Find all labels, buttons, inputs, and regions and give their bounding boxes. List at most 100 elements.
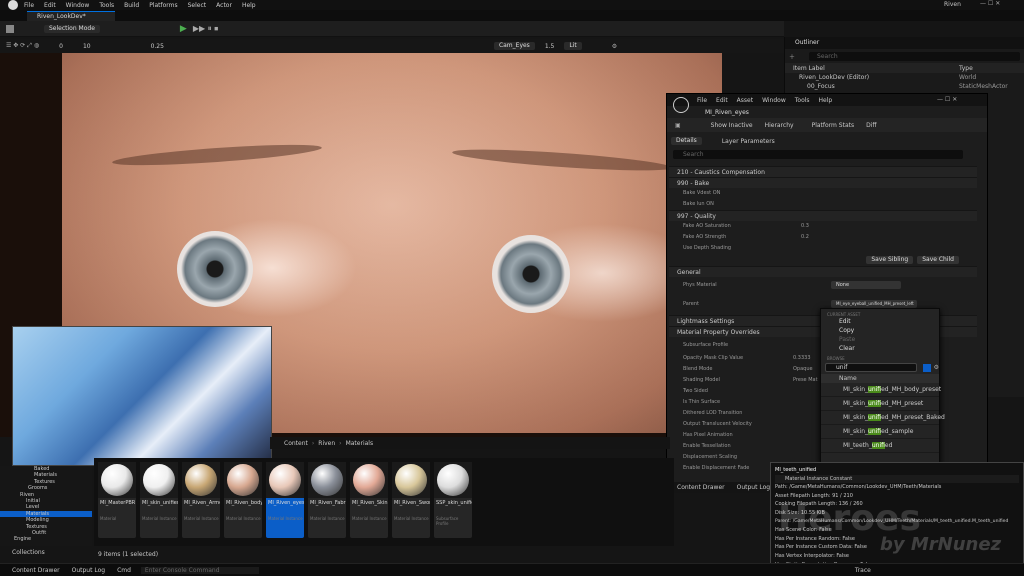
console-input[interactable]: Enter Console Command <box>140 566 259 574</box>
camera-selector[interactable]: Cam_Eyes <box>493 42 535 50</box>
menu-tools[interactable]: Tools <box>99 2 114 9</box>
show-inactive-button[interactable]: Show Inactive <box>711 122 753 129</box>
asset-name: MI_Riven_body <box>226 500 262 506</box>
save-icon[interactable]: ▣ <box>675 122 681 129</box>
menu-edit[interactable]: Edit <box>716 97 728 104</box>
content-drawer-button[interactable]: Content Drawer <box>677 484 725 491</box>
col-name[interactable]: Name <box>821 374 939 383</box>
phys-material-dropdown[interactable]: None <box>831 281 901 289</box>
camera-speed[interactable]: 1.5 <box>545 43 555 50</box>
outliner-search[interactable]: Search <box>809 51 1020 61</box>
menu-actor[interactable]: Actor <box>216 2 232 9</box>
asset-type: Material Instance <box>352 516 387 521</box>
asset-tile[interactable]: MI_Riven_Sword Material Instance <box>392 462 430 538</box>
menu-help[interactable]: Help <box>819 97 833 104</box>
tooltip-line: Path: /Game/MetaHumans/Common/Lookdev_UH… <box>775 484 942 491</box>
asset-tile[interactable]: MI_MasterPBR Material <box>98 462 136 538</box>
level-tab[interactable]: Riven_LookDev* <box>27 11 115 21</box>
asset-result[interactable]: MI_teeth_unified <box>821 439 939 453</box>
menu-copy[interactable]: Copy <box>821 326 939 335</box>
category-caustics[interactable]: 210 - Caustics Compensation <box>669 166 977 177</box>
window-controls[interactable]: — ☐ ✕ <box>980 0 1000 7</box>
parent-dropdown[interactable]: MI_eye_eyeball_unified_MH_preset_left <box>831 300 917 308</box>
breadcrumb-materials[interactable]: Materials <box>346 440 374 447</box>
selection-mode-button[interactable]: Selection Mode <box>44 24 100 33</box>
breadcrumb-riven[interactable]: Riven <box>318 440 335 447</box>
collections-header[interactable]: Collections <box>12 549 45 556</box>
menu-file[interactable]: File <box>697 97 707 104</box>
asset-tile[interactable]: MI_Riven_Fabric Material Instance <box>308 462 346 538</box>
menu-window[interactable]: Window <box>66 2 90 9</box>
unreal-logo-icon[interactable] <box>8 0 18 10</box>
content-drawer-button[interactable]: Content Drawer <box>12 567 60 574</box>
grid-snap-value[interactable]: 0 <box>59 43 63 50</box>
lit-mode-button[interactable]: Lit <box>564 42 582 50</box>
asset-tile[interactable]: MI_Riven_Armor Material Instance <box>182 462 220 538</box>
parent-picker-menu: CURRENT ASSET Edit Copy Paste Clear BROW… <box>820 308 945 464</box>
menu-asset[interactable]: Asset <box>737 97 753 104</box>
asset-tile[interactable]: SSP_skin_unified_mod Subsurface Profile <box>434 462 472 538</box>
menu-window[interactable]: Window <box>762 97 786 104</box>
asset-result[interactable]: MI_skin_unified_sample <box>821 425 939 439</box>
prop-row: Use Depth Shading <box>683 245 732 251</box>
output-log-button[interactable]: Output Log <box>737 484 770 491</box>
details-search-input[interactable]: Search <box>673 150 963 159</box>
save-icon[interactable] <box>6 24 14 33</box>
menu-platforms[interactable]: Platforms <box>149 2 177 9</box>
outliner-row[interactable]: Riven_LookDev (Editor) World <box>785 73 1024 82</box>
asset-result[interactable]: MI_skin_unified_MH_body_preset <box>821 383 941 397</box>
play-icon[interactable]: ▶ <box>180 24 187 34</box>
category-general[interactable]: General <box>669 266 977 277</box>
play-options-icon[interactable]: ▶▶ ⏸ ⏹ <box>193 24 218 34</box>
asset-name: MI_skin_unified_sk_mod <box>142 500 178 506</box>
menu-edit[interactable]: Edit <box>821 317 939 326</box>
menu-help[interactable]: Help <box>242 2 256 9</box>
asset-tile[interactable]: MI_Riven_Skin Material Instance <box>350 462 388 538</box>
outliner-add-icon[interactable]: ＋ <box>789 52 795 61</box>
menu-tools[interactable]: Tools <box>795 97 810 104</box>
asset-tile[interactable]: MI_skin_unified_sk_mod Material Instance <box>140 462 178 538</box>
left-eye <box>177 231 253 307</box>
asset-result[interactable]: MI_skin_unified_MH_preset_Baked <box>821 411 945 425</box>
asset-result[interactable]: MI_skin_unified_MH_preset <box>821 397 939 411</box>
output-log-button[interactable]: Output Log <box>72 567 105 574</box>
breadcrumb-content[interactable]: Content <box>284 440 308 447</box>
menu-clear[interactable]: Clear <box>821 344 939 353</box>
cmd-button[interactable]: Cmd <box>117 567 131 574</box>
save-sibling-button[interactable]: Save Sibling <box>866 256 914 264</box>
tab-details[interactable]: Details <box>671 137 702 145</box>
menu-edit[interactable]: Edit <box>44 2 56 9</box>
category-bake[interactable]: 990 - Bake <box>669 177 977 188</box>
col-type[interactable]: Type <box>959 65 973 72</box>
col-item-label[interactable]: Item Label <box>793 65 959 72</box>
trace-button[interactable]: Trace <box>855 567 871 574</box>
platform-stats-button[interactable]: Platform Stats <box>812 122 855 129</box>
tree-item[interactable]: Engine <box>0 536 92 542</box>
project-name: Riven <box>944 1 961 8</box>
tab-layer-parameters[interactable]: Layer Parameters <box>722 138 775 145</box>
material-thumbnail <box>269 464 301 496</box>
rotation-snap-value[interactable]: 10 <box>83 43 91 50</box>
save-child-button[interactable]: Save Child <box>917 256 959 264</box>
asset-tile[interactable]: MI_Riven_body Material Instance <box>224 462 262 538</box>
menu-file[interactable]: File <box>24 2 34 9</box>
settings-gear-icon[interactable]: ⚙ <box>934 364 939 371</box>
folder-icon[interactable] <box>922 363 931 372</box>
transform-tools-icon[interactable]: ☰ ✥ ⟳ ⤢ ◍ <box>6 42 39 50</box>
menu-build[interactable]: Build <box>124 2 139 9</box>
scale-snap-value[interactable]: 0.25 <box>151 43 164 50</box>
diff-button[interactable]: Diff <box>866 122 876 129</box>
asset-search-input[interactable]: unif <box>825 363 917 372</box>
menu-select[interactable]: Select <box>188 2 207 9</box>
asset-type: Material Instance <box>268 516 303 521</box>
viewport-toolbar: ☰ ✥ ⟳ ⤢ ◍ 0 10 0.25 Cam_Eyes 1.5 Lit ⚙ <box>0 39 784 53</box>
category-quality[interactable]: 997 - Quality <box>669 210 977 221</box>
asset-tile[interactable]: MI_Riven_eyes Material Instance <box>266 462 304 538</box>
asset-name: MI_Riven_Fabric <box>310 500 346 506</box>
settings-gear-icon[interactable]: ⚙ <box>612 43 617 50</box>
menu-paste[interactable]: Paste <box>821 335 939 344</box>
window-controls[interactable]: — ☐ ✕ <box>937 96 957 103</box>
outliner-row[interactable]: 00_Focus StaticMeshActor <box>785 82 1024 91</box>
watermark-author: by MrNunez <box>880 534 1002 555</box>
hierarchy-button[interactable]: Hierarchy <box>765 122 794 129</box>
